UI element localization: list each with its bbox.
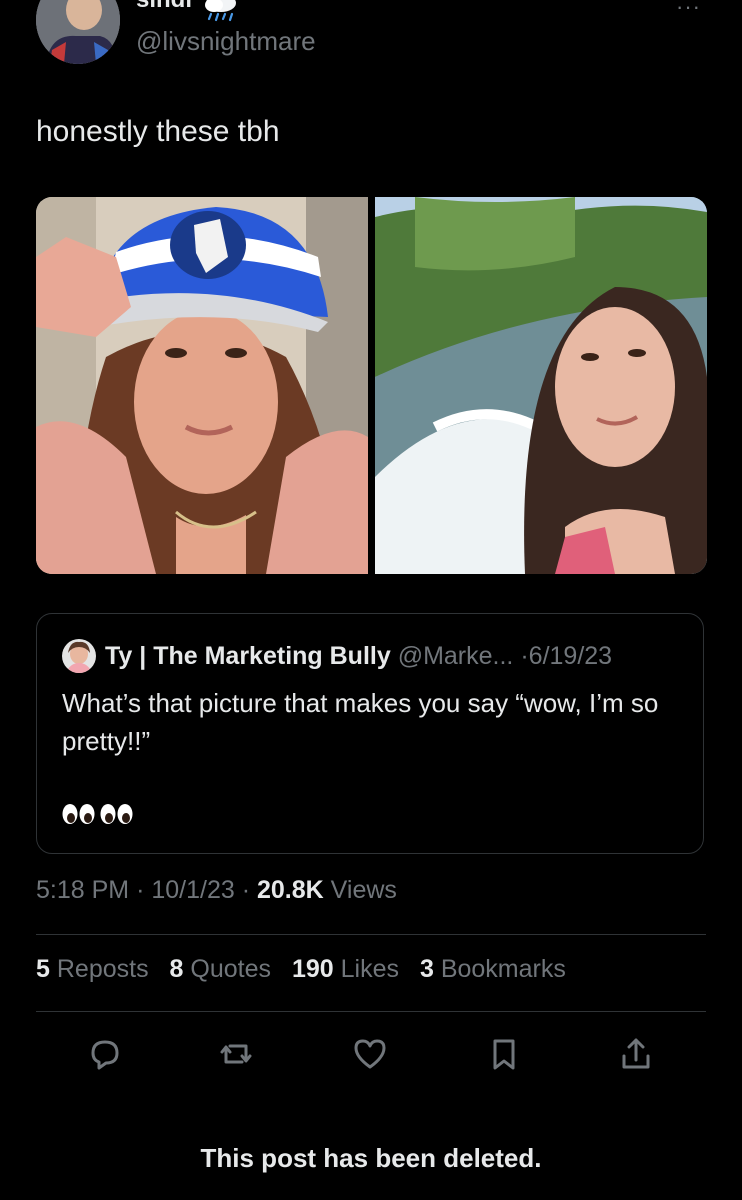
like-icon[interactable] — [350, 1034, 390, 1074]
meta-separator: · — [136, 876, 145, 904]
quotes-label: Quotes — [190, 955, 271, 983]
selfie-by-waterfall-image — [375, 197, 707, 574]
post-date[interactable]: 10/1/23 — [151, 876, 234, 904]
post-text: honestly these tbh — [36, 115, 280, 148]
divider — [36, 934, 706, 935]
author-avatar-photo — [36, 0, 120, 64]
bookmarks-count: 3 — [419, 955, 434, 983]
bookmark-icon[interactable] — [484, 1034, 524, 1074]
quotes-stat[interactable]: 8 Quotes — [170, 955, 271, 983]
display-name[interactable]: sindi — [136, 0, 192, 14]
quote-date: 6/19/23 — [528, 642, 613, 670]
post-photo-1[interactable] — [36, 197, 368, 574]
share-icon[interactable] — [616, 1034, 656, 1074]
eyes-icon — [62, 804, 95, 824]
post-deleted-notice: This post has been deleted. — [200, 1143, 542, 1173]
reposts-count: 5 — [36, 955, 50, 983]
quote-avatar-photo — [62, 639, 96, 673]
post-photo-2[interactable] — [375, 197, 707, 574]
quoted-post[interactable]: Ty | The Marketing Bully @Marke... ·6/19… — [36, 613, 704, 854]
bookmarks-label: Bookmarks — [440, 955, 566, 983]
post-time[interactable]: 5:18 PM — [36, 876, 129, 904]
post-timestamp: 5:18 PM · 10/1/23 · 20.8K Views — [36, 876, 397, 905]
repost-icon[interactable] — [216, 1034, 256, 1074]
more-icon[interactable]: ··· — [676, 0, 701, 20]
quote-author-name[interactable]: Ty | The Marketing Bully — [105, 642, 391, 670]
views-label: Views — [330, 876, 397, 904]
likes-label: Likes — [340, 955, 399, 983]
divider — [36, 1011, 706, 1012]
reposts-stat[interactable]: 5 Reposts — [36, 955, 149, 983]
quote-text: What’s that picture that makes you say “… — [62, 688, 659, 756]
author-avatar[interactable] — [36, 0, 120, 64]
quote-separator: · — [520, 642, 529, 670]
selfie-with-cap-image — [36, 197, 368, 574]
quote-author-handle[interactable]: @Marke... — [398, 642, 514, 670]
bookmarks-stat[interactable]: 3 Bookmarks — [420, 955, 566, 983]
eyes-icon — [100, 804, 133, 824]
quotes-count: 8 — [169, 955, 184, 983]
likes-count: 190 — [291, 955, 334, 983]
engagement-stats: 5 Reposts 8 Quotes 190 Likes 3 Bookmarks — [36, 955, 580, 984]
quote-header: Ty | The Marketing Bully @Marke... ·6/19… — [105, 642, 612, 671]
author-handle[interactable]: @livsnightmare — [136, 26, 316, 57]
views-count: 20.8K — [257, 876, 324, 904]
likes-stat[interactable]: 190 Likes — [292, 955, 399, 983]
rain-cloud-icon — [205, 0, 236, 22]
eyes-emoji-pair — [62, 804, 133, 824]
quote-author-avatar — [62, 639, 96, 673]
reposts-label: Reposts — [56, 955, 149, 983]
reply-icon[interactable] — [85, 1034, 125, 1074]
meta-separator: · — [241, 876, 251, 904]
